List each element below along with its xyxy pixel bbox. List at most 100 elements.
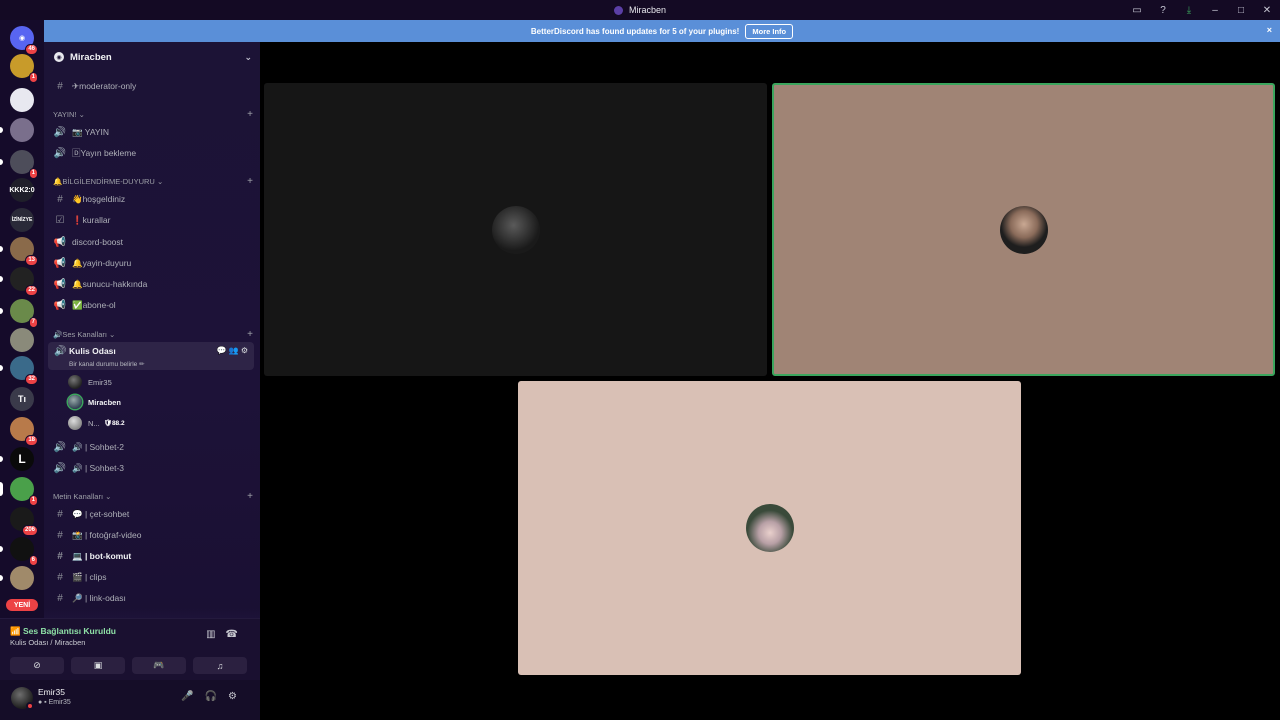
maximize-button[interactable]: □ [1228, 5, 1254, 16]
avatar [745, 504, 794, 552]
rules-icon: ☑ [55, 214, 65, 226]
server-icon[interactable]: İZİNİZYE [10, 208, 34, 232]
voice-panel-icons[interactable]: ▥☎ [206, 629, 248, 640]
avatar [491, 205, 540, 254]
voice-channel-status[interactable]: Bir kanal durumu belirle ✏ [69, 360, 145, 368]
chevron-down-icon[interactable]: ⌄ [244, 52, 252, 63]
server-icon[interactable]: KKK2:0 [9, 178, 35, 202]
channel-item[interactable]: # 🎬 | clips [49, 568, 254, 586]
video-tile-speaking[interactable] [772, 83, 1275, 376]
server-badge: 22 [25, 285, 38, 296]
server-icon[interactable] [10, 88, 34, 112]
download-icon[interactable]: ⤓ [1176, 5, 1202, 16]
server-icon[interactable] [0, 118, 34, 142]
speaker-icon: 🔊 [53, 441, 67, 453]
server-badge: 1 [28, 495, 38, 506]
announcement-icon: 📢 [53, 299, 67, 311]
server-icon[interactable]: 1 [10, 54, 38, 83]
server-icon[interactable] [10, 328, 34, 352]
connection-location[interactable]: Kulis Odası / Miracben [10, 638, 85, 647]
user-name[interactable]: Emir35 [38, 687, 65, 697]
channel-item[interactable]: # 🔎 | link-odası [49, 589, 254, 607]
server-icon[interactable]: L [0, 447, 34, 471]
server-badge: 7 [28, 317, 38, 328]
category-header[interactable]: Metin Kanalları ⌄ + [53, 491, 253, 502]
channel-item[interactable]: # 💻 | bot-komut [49, 547, 254, 565]
server-icon[interactable]: Tı [10, 387, 34, 411]
video-tile[interactable] [264, 83, 767, 376]
server-icon[interactable]: 6 [0, 537, 38, 566]
channel-item[interactable]: # 💬 | çet-sohbet [49, 505, 254, 523]
server-icon[interactable]: 22 [0, 267, 38, 296]
minimize-button[interactable]: – [1202, 5, 1228, 16]
channel-item[interactable]: 📢 🔔yayin-duyuru [49, 254, 254, 272]
category-header[interactable]: 🔊Ses Kanalları ⌄ + [53, 329, 253, 340]
channel-label: ✅abone-ol [72, 299, 116, 310]
camera-off-button[interactable]: ⊘ [10, 657, 64, 674]
channel-item[interactable]: 🔊 📷 YAYIN [49, 123, 254, 141]
server-icon[interactable]: 7 [0, 299, 38, 328]
server-rail: ◉ 46 1 1 KKK2:0 İZİNİZYE 13 22 7 32 Tı 1… [0, 20, 44, 720]
screen-share-button[interactable]: ▣ [71, 657, 125, 674]
hash-icon: # [57, 80, 63, 92]
banner-close-icon[interactable]: × [1267, 25, 1272, 35]
active-voice-channel[interactable]: 🔊 Kulis Odası Bir kanal durumu belirle ✏… [48, 342, 254, 370]
channel-label: ✈moderator-only [72, 80, 137, 91]
channel-item[interactable]: 📢 🔔sunucu-hakkında [49, 275, 254, 293]
server-badge: 13 [25, 255, 38, 266]
category-label: Metin Kanalları [53, 492, 104, 501]
add-channel-icon[interactable]: + [247, 329, 253, 340]
guild-header[interactable]: ◉ Miracben ⌄ [44, 42, 260, 72]
user-controls[interactable]: 🎤🎧⚙ [181, 691, 248, 702]
category-header[interactable]: YAYIN! ⌄ + [53, 109, 253, 120]
close-window-button[interactable]: ✕ [1254, 5, 1280, 16]
server-badge: 206 [21, 525, 38, 536]
user-tag-text: Emir35 [48, 699, 71, 706]
channel-item[interactable]: 🔊 🔊 | Sohbet-2 [49, 438, 254, 456]
server-icon[interactable]: 206 [10, 507, 38, 536]
server-icon[interactable]: 18 [10, 417, 38, 446]
add-channel-icon[interactable]: + [247, 491, 253, 502]
server-text-icon: KKK2:0 [9, 186, 35, 194]
channel-item[interactable]: ☑ ❗kurallar [49, 211, 254, 229]
more-info-button[interactable]: More Info [745, 23, 794, 39]
home-badge: 46 [25, 44, 38, 55]
server-icon[interactable]: 32 [0, 356, 38, 385]
camera-off-icon: ⊘ [33, 660, 41, 670]
channel-label: 🔎 | link-odası [72, 592, 126, 603]
channel-item[interactable]: 🔊 🔊 | Sohbet-3 [49, 459, 254, 477]
scroll-fade [44, 608, 260, 618]
server-badge: 32 [25, 374, 38, 385]
announcement-icon: 📢 [53, 278, 67, 290]
channel-item[interactable]: 📢 discord-boost [49, 233, 254, 251]
help-icon[interactable]: ? [1150, 5, 1176, 16]
add-channel-icon[interactable]: + [247, 176, 253, 187]
video-tile[interactable] [518, 381, 1021, 675]
voice-channel-actions[interactable]: 💬👥⚙ [217, 346, 250, 355]
avatar [68, 375, 82, 389]
connection-status[interactable]: 📶 Ses Bağlantısı Kuruldu [10, 626, 116, 637]
activity-button[interactable]: 🎮 [132, 657, 186, 674]
voice-member[interactable]: N... 🛡88.2 [68, 414, 125, 432]
channel-item[interactable]: 🔊 🄳Yayın bekleme [49, 144, 254, 162]
soundboard-button[interactable]: ♫ [193, 657, 247, 674]
channel-label: 🔔sunucu-hakkında [72, 278, 148, 289]
add-channel-icon[interactable]: + [247, 109, 253, 120]
guild-name: Miracben [70, 51, 112, 63]
home-button[interactable]: ◉ 46 [10, 26, 38, 55]
new-servers-badge[interactable]: YENİ [6, 599, 38, 611]
channel-item[interactable]: 📢 ✅abone-ol [49, 296, 254, 314]
voice-member[interactable]: Emir35 [68, 373, 112, 391]
voice-member[interactable]: Miracben [68, 393, 121, 411]
channel-item[interactable]: # 👋hoşgeldiniz [49, 190, 254, 208]
channel-item[interactable]: # ✈moderator-only [49, 77, 254, 95]
server-icon[interactable]: 13 [0, 237, 38, 266]
channel-item[interactable]: # 📸 | fotoğraf-video [49, 526, 254, 544]
server-icon[interactable]: 1 [0, 150, 38, 179]
screen-share-icon[interactable]: ▭ [1124, 5, 1150, 16]
user-tag: ● ▪ Emir35 [38, 699, 71, 706]
server-icon[interactable] [0, 566, 34, 590]
server-badge: 1 [28, 72, 38, 83]
server-icon[interactable]: 1 [0, 477, 38, 506]
category-header[interactable]: 🔔BİLGİLENDİRME-DUYURU ⌄ + [53, 176, 253, 187]
